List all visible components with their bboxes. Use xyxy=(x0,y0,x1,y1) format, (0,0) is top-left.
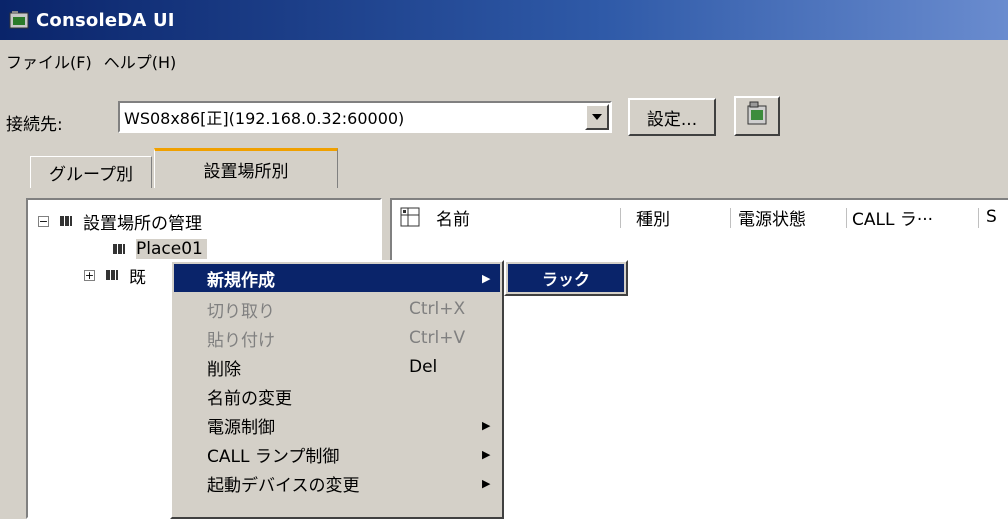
submenu-arrow-icon: ▶ xyxy=(482,447,491,461)
title-bar: ConsoleDA UI xyxy=(0,0,1008,40)
menu-item-boot-device[interactable]: 起動デバイスの変更 ▶ xyxy=(174,469,500,497)
menu-file[interactable]: ファイル(F) xyxy=(0,49,98,73)
tree-node-label: 既 xyxy=(129,267,146,288)
menu-shortcut: Del xyxy=(409,357,438,377)
column-s[interactable]: S xyxy=(986,200,997,234)
menu-item-new[interactable]: 新規作成 ▶ xyxy=(174,264,500,292)
submenu-arrow-icon: ▶ xyxy=(482,418,491,432)
tab-group[interactable]: グループ別 xyxy=(30,156,152,188)
expand-icon[interactable]: + xyxy=(84,269,95,281)
context-menu: 新規作成 ▶ 切り取り Ctrl+X 貼り付け Ctrl+V 削除 Del 名前… xyxy=(170,260,504,519)
rack-icon xyxy=(112,242,126,256)
menu-shortcut: Ctrl+X xyxy=(409,299,466,319)
column-call-lamp[interactable]: CALL ラ··· xyxy=(852,200,933,234)
menu-item-label: 電源制御 xyxy=(207,417,275,438)
menu-item-label: 切り取り xyxy=(207,301,275,322)
column-divider[interactable] xyxy=(978,208,979,228)
settings-button[interactable]: 設定... xyxy=(628,98,716,136)
submenu: ラック xyxy=(504,260,628,296)
connection-value: WS08x86[正](192.168.0.32:60000) xyxy=(124,109,405,128)
tree-node-existing[interactable]: + 既 xyxy=(84,262,146,288)
menu-item-label: 名前の変更 xyxy=(207,388,292,409)
tree-node-label: 設置場所の管理 xyxy=(83,213,202,234)
column-divider[interactable] xyxy=(846,208,847,228)
window-title: ConsoleDA UI xyxy=(36,9,175,31)
submenu-arrow-icon: ▶ xyxy=(482,271,491,285)
tab-place[interactable]: 設置場所別 xyxy=(154,148,338,188)
menu-item-paste[interactable]: 貼り付け Ctrl+V xyxy=(174,324,500,352)
column-type[interactable]: 種別 xyxy=(636,200,670,234)
menu-item-label: CALL ランプ制御 xyxy=(207,446,340,467)
tree-node-label: Place01 xyxy=(136,239,207,259)
connection-label: 接続先: xyxy=(6,115,63,135)
connection-select[interactable]: WS08x86[正](192.168.0.32:60000) xyxy=(118,101,612,133)
column-power-state[interactable]: 電源状態 xyxy=(738,200,806,234)
menu-item-delete[interactable]: 削除 Del xyxy=(174,353,500,381)
menu-shortcut: Ctrl+V xyxy=(409,328,466,348)
column-divider[interactable] xyxy=(620,208,621,228)
menu-item-cut[interactable]: 切り取り Ctrl+X xyxy=(174,295,500,323)
dropdown-button[interactable] xyxy=(585,104,609,130)
column-name[interactable]: 名前 xyxy=(436,200,470,234)
tree-node-root[interactable]: − 設置場所の管理 xyxy=(38,208,202,234)
column-options-icon[interactable] xyxy=(400,200,420,234)
server-refresh-icon xyxy=(744,100,770,133)
menu-item-label: 削除 xyxy=(207,359,241,380)
collapse-icon[interactable]: − xyxy=(38,215,49,227)
refresh-button[interactable] xyxy=(734,96,780,136)
menu-bar: ファイル(F) ヘルプ(H) xyxy=(0,46,182,76)
menu-item-power-control[interactable]: 電源制御 ▶ xyxy=(174,411,500,439)
rack-icon xyxy=(105,268,119,282)
column-divider[interactable] xyxy=(730,208,731,228)
tree-node-place01[interactable]: Place01 xyxy=(112,236,207,262)
app-icon xyxy=(6,7,32,33)
submenu-item-label: ラック xyxy=(542,270,591,289)
rack-icon xyxy=(59,214,73,228)
chevron-down-icon xyxy=(592,114,602,120)
submenu-item-rack[interactable]: ラック xyxy=(508,264,624,292)
list-header: 名前 種別 電源状態 CALL ラ··· S xyxy=(392,200,1008,234)
menu-help[interactable]: ヘルプ(H) xyxy=(98,49,183,73)
menu-item-call-lamp[interactable]: CALL ランプ制御 ▶ xyxy=(174,440,500,468)
menu-item-rename[interactable]: 名前の変更 xyxy=(174,382,500,410)
menu-item-label: 新規作成 xyxy=(207,270,275,291)
menu-item-label: 起動デバイスの変更 xyxy=(207,475,360,496)
menu-item-label: 貼り付け xyxy=(207,330,275,351)
submenu-arrow-icon: ▶ xyxy=(482,476,491,490)
